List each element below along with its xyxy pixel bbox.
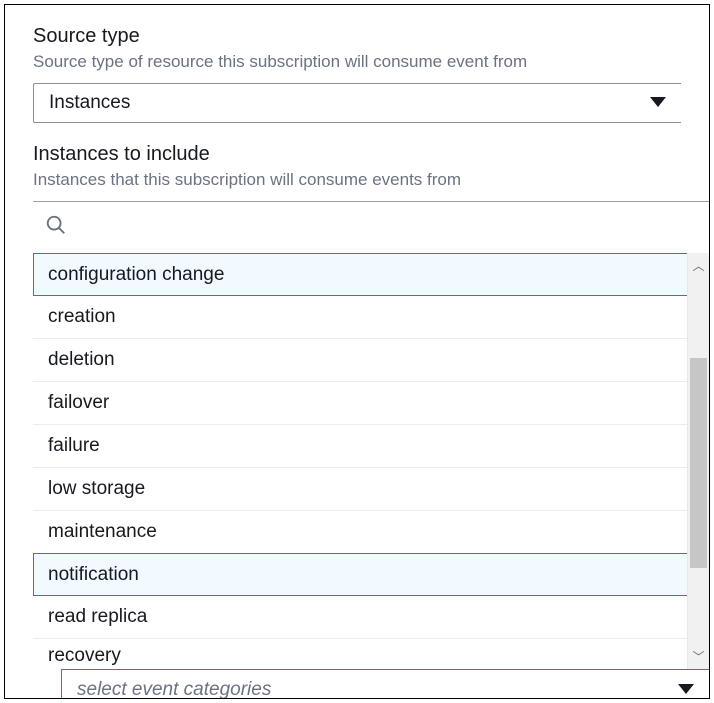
scroll-track[interactable] bbox=[688, 278, 709, 644]
categories-placeholder: select event categories bbox=[77, 679, 271, 699]
source-type-desc: Source type of resource this subscriptio… bbox=[33, 51, 681, 73]
option-failure[interactable]: failure bbox=[33, 425, 687, 468]
source-type-label: Source type bbox=[33, 23, 681, 49]
option-deletion[interactable]: deletion bbox=[33, 339, 687, 382]
instances-label: Instances to include bbox=[33, 141, 709, 167]
scrollbar[interactable]: ︿ ﹀ bbox=[687, 253, 709, 669]
option-creation[interactable]: creation bbox=[33, 296, 687, 339]
instances-search[interactable] bbox=[33, 201, 709, 253]
instances-desc: Instances that this subscription will co… bbox=[33, 169, 709, 191]
option-low-storage[interactable]: low storage bbox=[33, 468, 687, 511]
scroll-thumb[interactable] bbox=[690, 358, 707, 568]
instances-group: Instances to include Instances that this… bbox=[5, 141, 709, 699]
caret-down-icon bbox=[650, 94, 666, 112]
option-read-replica[interactable]: read replica bbox=[33, 596, 687, 639]
option-maintenance[interactable]: maintenance bbox=[33, 511, 687, 554]
event-options-dropdown: configuration change creation deletion f… bbox=[33, 253, 709, 669]
event-categories-select[interactable]: select event categories bbox=[61, 669, 709, 699]
source-type-group: Source type Source type of resource this… bbox=[5, 23, 709, 123]
search-input[interactable] bbox=[67, 217, 709, 238]
source-type-value: Instances bbox=[49, 92, 130, 114]
option-configuration-change[interactable]: configuration change bbox=[33, 253, 687, 296]
source-type-select[interactable]: Instances bbox=[33, 83, 681, 123]
option-recovery[interactable]: recovery bbox=[33, 639, 687, 669]
scroll-down-icon[interactable]: ﹀ bbox=[692, 644, 704, 669]
option-notification[interactable]: notification bbox=[33, 553, 687, 596]
caret-down-icon bbox=[678, 681, 694, 699]
options-list: configuration change creation deletion f… bbox=[33, 253, 687, 669]
scroll-up-icon[interactable]: ︿ bbox=[692, 253, 704, 278]
search-icon bbox=[45, 214, 67, 241]
subscription-config-panel: Source type Source type of resource this… bbox=[4, 4, 710, 699]
option-failover[interactable]: failover bbox=[33, 382, 687, 425]
